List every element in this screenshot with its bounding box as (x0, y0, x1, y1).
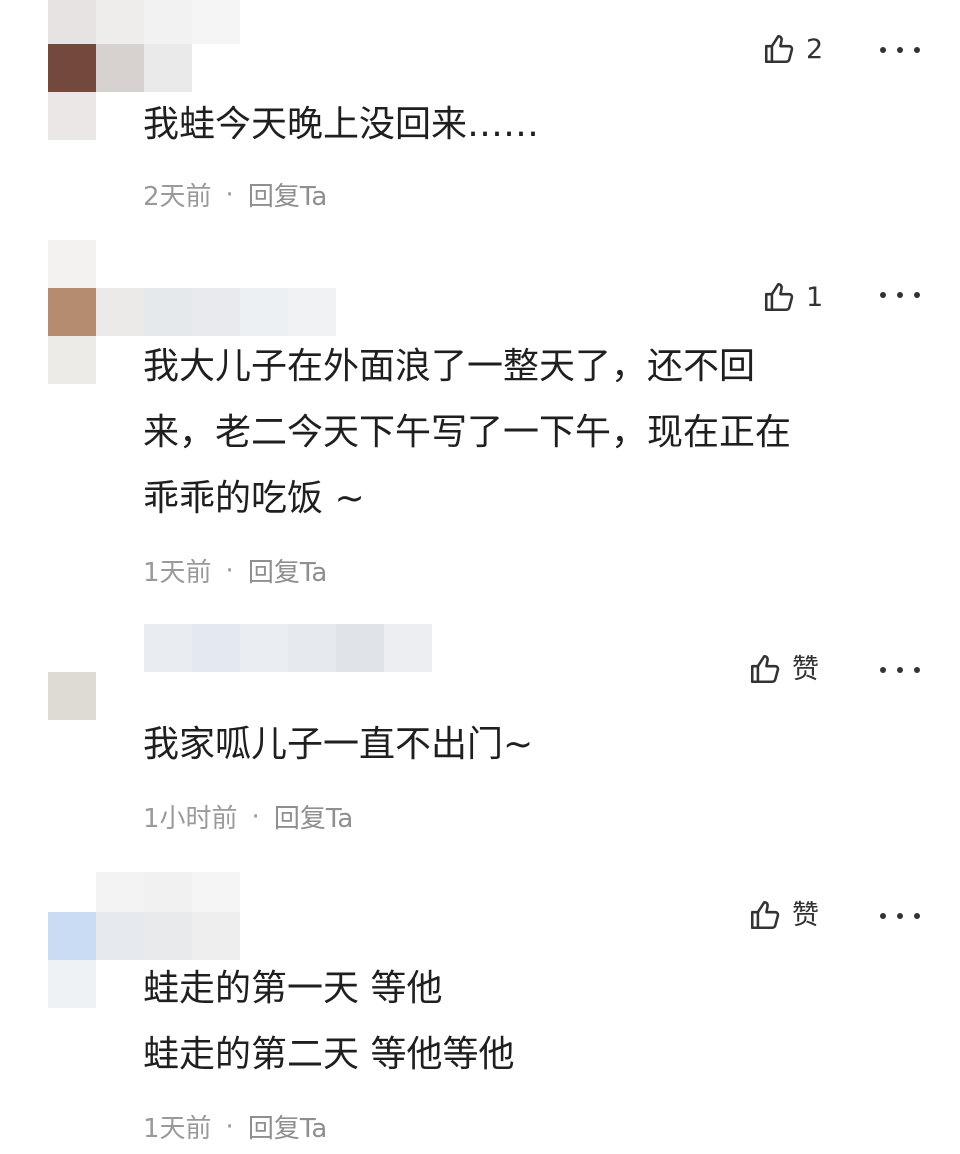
like-label: 赞 (792, 899, 819, 931)
meta-separator: · (225, 179, 234, 210)
comment-text-line: 蛙走的第一天 等他 (143, 968, 443, 1009)
reply-link[interactable]: 回复Ta (248, 1108, 328, 1145)
thumbs-up-icon (764, 34, 794, 64)
more-button[interactable] (880, 662, 920, 678)
comment-meta: 1天前 · 回复Ta (143, 552, 327, 589)
reply-link[interactable]: 回复Ta (248, 176, 328, 213)
meta-separator: · (225, 555, 234, 586)
like-button[interactable]: 赞 (748, 898, 819, 932)
reply-link[interactable]: 回复Ta (274, 798, 354, 835)
comment-time: 1天前 (143, 558, 212, 588)
comment-time: 1天前 (143, 1114, 212, 1144)
comment-text: 我大儿子在外面浪了一整天了，还不回 来，老二今天下午写了一下午，现在正在 乖乖的… (143, 334, 933, 532)
like-button[interactable]: 1 (762, 280, 823, 314)
like-count: 1 (806, 281, 824, 313)
meta-separator: · (251, 801, 260, 832)
comment-meta: 1天前 · 回复Ta (143, 1108, 327, 1145)
more-dots-icon (880, 667, 886, 673)
comment-text-line: 我家呱儿子一直不出门~ (143, 724, 534, 765)
thumbs-up-icon (764, 282, 794, 312)
reply-link[interactable]: 回复Ta (248, 552, 328, 589)
like-count: 2 (806, 33, 824, 65)
comment-text-line: 我大儿子在外面浪了一整天了，还不回 (143, 346, 756, 387)
like-button[interactable]: 2 (762, 32, 823, 66)
like-button[interactable]: 赞 (748, 652, 819, 686)
comment-time: 2天前 (143, 182, 212, 212)
more-dots-icon (880, 47, 886, 53)
comment-meta: 2天前 · 回复Ta (143, 176, 327, 213)
like-label: 赞 (792, 653, 819, 685)
comment-text-line: 我蛙今天晚上没回来…… (143, 104, 540, 145)
comment-text: 我蛙今天晚上没回来…… (143, 92, 933, 158)
comment-meta: 1小时前 · 回复Ta (143, 798, 353, 835)
thumbs-up-icon (750, 654, 780, 684)
comment-text-line: 乖乖的吃饭 ~ (143, 478, 365, 519)
more-dots-icon (880, 292, 886, 298)
comment-text-line: 来，老二今天下午写了一下午，现在正在 (143, 412, 792, 453)
comment-text-line: 蛙走的第二天 等他等他 (143, 1034, 515, 1075)
thumbs-up-icon (750, 900, 780, 930)
more-button[interactable] (880, 908, 920, 924)
comment-time: 1小时前 (143, 804, 238, 834)
more-button[interactable] (880, 287, 920, 303)
more-dots-icon (880, 913, 886, 919)
more-button[interactable] (880, 42, 920, 58)
comment-text: 我家呱儿子一直不出门~ (143, 712, 933, 778)
comment-text: 蛙走的第一天 等他 蛙走的第二天 等他等他 (143, 956, 933, 1088)
meta-separator: · (225, 1111, 234, 1142)
